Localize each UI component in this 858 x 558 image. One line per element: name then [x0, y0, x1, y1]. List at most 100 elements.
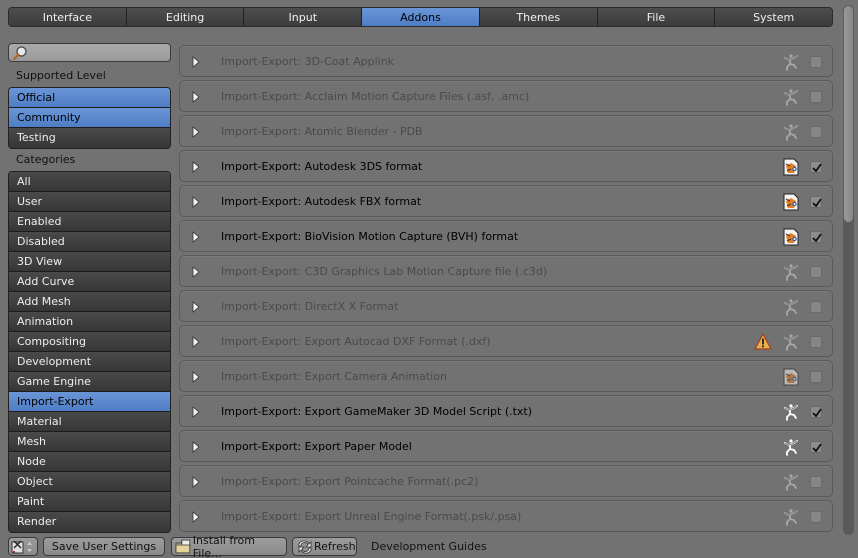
category-node[interactable]: Node	[9, 452, 170, 472]
category-all[interactable]: All	[9, 172, 170, 192]
expand-triangle-icon[interactable]	[191, 196, 201, 208]
addon-name: Import-Export: Export Paper Model	[221, 440, 412, 453]
checkmark-icon	[812, 163, 822, 173]
tab-themes[interactable]: Themes	[479, 8, 598, 26]
community-icon	[784, 439, 798, 456]
addon-enable-checkbox[interactable]	[810, 126, 822, 138]
addon-row[interactable]: Import-Export: 3D-Coat Applink	[179, 45, 833, 77]
search-input[interactable]	[8, 43, 171, 62]
category-mesh[interactable]: Mesh	[9, 432, 170, 452]
expand-triangle-icon[interactable]	[191, 266, 201, 278]
addon-row[interactable]: Import-Export: Export Pointcache Format(…	[179, 465, 833, 497]
install-from-file-label: Install from File...	[192, 533, 255, 558]
addon-enable-checkbox[interactable]	[810, 56, 822, 68]
addon-row[interactable]: Import-Export: Autodesk FBX format	[179, 185, 833, 217]
addon-name: Import-Export: DirectX X Format	[221, 300, 399, 313]
community-icon	[784, 124, 798, 141]
addon-name: Import-Export: BioVision Motion Capture …	[221, 230, 519, 243]
addon-row[interactable]: Import-Export: Export Unreal Engine Form…	[179, 500, 833, 532]
save-user-settings-button[interactable]: Save User Settings	[43, 537, 165, 556]
install-from-file-button[interactable]: Install from File...	[171, 533, 287, 558]
addon-row[interactable]: Import-Export: C3D Graphics Lab Motion C…	[179, 255, 833, 287]
level-testing[interactable]: Testing	[9, 128, 170, 148]
community-icon	[784, 474, 798, 491]
category-compositing[interactable]: Compositing	[9, 332, 170, 352]
expand-triangle-icon[interactable]	[191, 441, 201, 453]
official-blender-icon	[783, 228, 799, 246]
addon-row[interactable]: Import-Export: Export Paper Model	[179, 430, 833, 462]
community-icon	[784, 334, 798, 351]
addon-enable-checkbox[interactable]	[810, 266, 822, 278]
addon-name: Import-Export: Export Autocad DXF Format…	[221, 335, 491, 348]
preferences-tabs: Interface Editing Input Addons Themes Fi…	[8, 7, 833, 27]
editor-type-button[interactable]	[8, 537, 38, 556]
expand-triangle-icon[interactable]	[191, 91, 201, 103]
addon-enable-checkbox[interactable]	[810, 476, 822, 488]
addon-enable-checkbox[interactable]	[810, 371, 822, 383]
addon-enable-checkbox[interactable]	[810, 231, 822, 243]
addon-name: Import-Export: Export GameMaker 3D Model…	[221, 405, 533, 418]
addon-row[interactable]: Import-Export: Export GameMaker 3D Model…	[179, 395, 833, 427]
category-user[interactable]: User	[9, 192, 170, 212]
expand-triangle-icon[interactable]	[191, 161, 201, 173]
expand-triangle-icon[interactable]	[191, 511, 201, 523]
addon-enable-checkbox[interactable]	[810, 301, 822, 313]
tab-file[interactable]: File	[597, 8, 716, 26]
community-icon	[784, 264, 798, 281]
addon-enable-checkbox[interactable]	[810, 441, 822, 453]
tab-addons[interactable]: Addons	[362, 8, 480, 26]
addon-enable-checkbox[interactable]	[810, 196, 822, 208]
tab-input[interactable]: Input	[244, 8, 363, 26]
category-object[interactable]: Object	[9, 472, 170, 492]
community-icon	[784, 509, 798, 526]
category-add-curve[interactable]: Add Curve	[9, 272, 170, 292]
category-development[interactable]: Development	[9, 352, 170, 372]
category-disabled[interactable]: Disabled	[9, 232, 170, 252]
community-icon	[784, 299, 798, 316]
tab-system[interactable]: System	[715, 8, 832, 26]
addon-enable-checkbox[interactable]	[810, 406, 822, 418]
expand-triangle-icon[interactable]	[191, 476, 201, 488]
expand-triangle-icon[interactable]	[191, 406, 201, 418]
addon-name: Import-Export: 3D-Coat Applink	[221, 55, 395, 68]
checkmark-icon	[812, 443, 822, 453]
addon-name: Import-Export: Acclaim Motion Capture Fi…	[221, 90, 530, 103]
addon-row[interactable]: Import-Export: Autodesk 3DS format	[179, 150, 833, 182]
tab-interface[interactable]: Interface	[9, 8, 127, 26]
scrollbar-thumb[interactable]	[843, 5, 854, 223]
category-add-mesh[interactable]: Add Mesh	[9, 292, 170, 312]
expand-triangle-icon[interactable]	[191, 56, 201, 68]
addon-enable-checkbox[interactable]	[810, 91, 822, 103]
addon-row[interactable]: Import-Export: BioVision Motion Capture …	[179, 220, 833, 252]
refresh-button[interactable]: Refresh	[292, 537, 357, 556]
addon-enable-checkbox[interactable]	[810, 161, 822, 173]
expand-triangle-icon[interactable]	[191, 336, 201, 348]
category-animation[interactable]: Animation	[9, 312, 170, 332]
addon-row[interactable]: Import-Export: Acclaim Motion Capture Fi…	[179, 80, 833, 112]
category-material[interactable]: Material	[9, 412, 170, 432]
addon-row[interactable]: Import-Export: Export Camera Animation	[179, 360, 833, 392]
addon-row[interactable]: Import-Export: Export Autocad DXF Format…	[179, 325, 833, 357]
addon-enable-checkbox[interactable]	[810, 511, 822, 523]
category-3d-view[interactable]: 3D View	[9, 252, 170, 272]
category-enabled[interactable]: Enabled	[9, 212, 170, 232]
supported-level-label: Supported Level	[16, 69, 106, 82]
addon-row[interactable]: Import-Export: DirectX X Format	[179, 290, 833, 322]
level-official[interactable]: Official	[9, 88, 170, 108]
category-paint[interactable]: Paint	[9, 492, 170, 512]
expand-triangle-icon[interactable]	[191, 231, 201, 243]
level-community[interactable]: Community	[9, 108, 170, 128]
category-import-export[interactable]: Import-Export	[9, 392, 170, 412]
addon-row[interactable]: Import-Export: Atomic Blender - PDB	[179, 115, 833, 147]
category-game-engine[interactable]: Game Engine	[9, 372, 170, 392]
tab-editing[interactable]: Editing	[126, 8, 245, 26]
expand-triangle-icon[interactable]	[191, 126, 201, 138]
development-guides-link[interactable]: Development Guides	[371, 540, 487, 553]
supported-level-group: Official Community Testing	[8, 87, 171, 149]
preferences-editor-icon	[11, 540, 32, 553]
official-blender-icon	[783, 368, 799, 386]
expand-triangle-icon[interactable]	[191, 301, 201, 313]
addon-enable-checkbox[interactable]	[810, 336, 822, 348]
category-render[interactable]: Render	[9, 512, 170, 532]
expand-triangle-icon[interactable]	[191, 371, 201, 383]
